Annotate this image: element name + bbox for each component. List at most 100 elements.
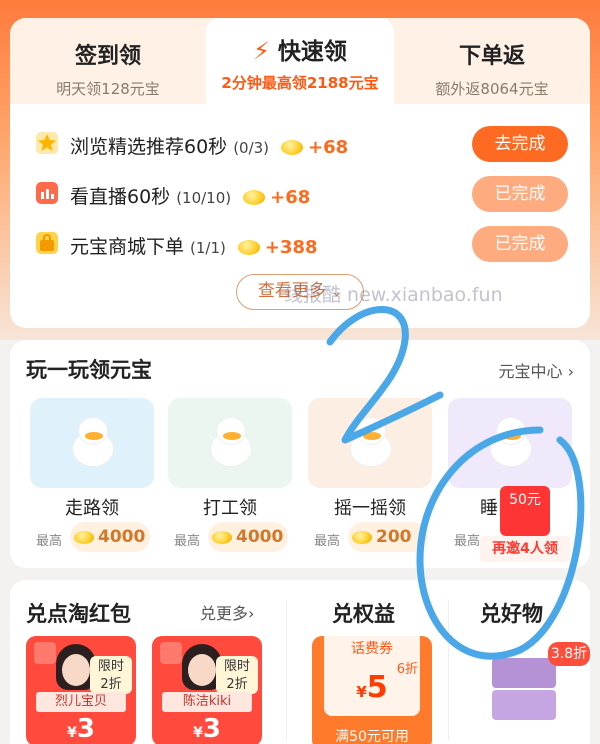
tissue-product[interactable]: 3.8折 <box>488 642 590 722</box>
tab-title-text: 快速领 <box>277 39 347 65</box>
redpack-value: ¥3 <box>152 714 262 744</box>
live-icon <box>34 642 56 664</box>
duck-mascot-icon <box>345 418 395 466</box>
discount-badge: 限时 2折 <box>216 656 258 694</box>
completed-button[interactable]: 已完成 <box>472 226 568 262</box>
voucher-face: 话费券 6折 ¥5 <box>324 636 420 716</box>
reward-value: 4000 <box>98 527 146 547</box>
tissue-box-icon <box>492 690 556 720</box>
section-title: 兑好物 <box>480 602 543 626</box>
game-image <box>448 398 572 488</box>
rights-exchange: 兑权益 话费券 6折 ¥5 满50元可用 <box>292 580 442 744</box>
red-envelope-icon: 50元 <box>500 486 550 536</box>
section-title: 兑点淘红包 <box>26 602 131 626</box>
currency: ¥ <box>67 725 77 741</box>
chevron-right-icon: › <box>248 604 255 623</box>
streamer-name: 陈洁kiki <box>162 692 252 712</box>
live-icon <box>160 642 182 664</box>
task-row: 看直播60秒 (10/10) +68 已完成 <box>10 176 590 216</box>
task-name-text: 元宝商城下单 <box>70 236 185 258</box>
voucher-note: 满50元可用 <box>335 729 409 744</box>
redpack-card[interactable]: 限时 2折 陈洁kiki ¥3 <box>152 636 262 744</box>
duck-mascot-icon <box>205 418 255 466</box>
max-label: 最高 <box>174 534 201 549</box>
max-label: 最高 <box>36 534 63 549</box>
link-label: 元宝中心 <box>498 362 563 381</box>
game-walk[interactable]: 走路领 最高 4000 <box>30 398 154 562</box>
voucher-title: 话费券 <box>351 641 393 657</box>
task-row: 元宝商城下单 (1/1) +388 已完成 <box>10 226 590 266</box>
section-title: 玩一玩领元宝 <box>26 358 152 382</box>
ingot-icon <box>243 190 266 205</box>
redpack-card[interactable]: 限时 2折 烈儿宝贝 ¥3 <box>26 636 136 744</box>
watermark: 线报酷 new.xianbao.fun <box>284 284 503 306</box>
live-tv-icon <box>36 182 58 204</box>
completed-button[interactable]: 已完成 <box>472 176 568 212</box>
currency: ¥ <box>356 683 367 701</box>
duck-mascot-icon <box>485 418 535 466</box>
game-image <box>30 398 154 488</box>
badge-line: 限时 <box>97 659 124 674</box>
exchange-more-link[interactable]: 兑更多› <box>200 600 254 624</box>
divider <box>286 600 287 740</box>
link-label: 兑更多 <box>200 604 249 623</box>
task-count: (1/1) <box>190 239 226 257</box>
task-name: 元宝商城下单 (1/1) +388 <box>70 232 318 259</box>
phone-voucher-card[interactable]: 话费券 6折 ¥5 满50元可用 <box>312 636 432 744</box>
tab-sign-in[interactable]: 签到领 明天领128元宝 <box>10 18 206 104</box>
avatar-face <box>188 654 216 686</box>
currency: ¥ <box>193 725 203 741</box>
value: 3 <box>202 714 221 744</box>
game-shake[interactable]: 摇一摇领 最高 200 <box>308 398 432 562</box>
task-row: 浏览精选推荐60秒 (0/3) +68 去完成 <box>10 126 590 166</box>
section-title: 兑权益 <box>332 602 395 626</box>
redpack-value: ¥3 <box>26 714 136 744</box>
tab-subtitle: 额外返8064元宝 <box>435 80 549 98</box>
game-name: 打工领 <box>203 498 257 519</box>
badge-line: 限时 <box>223 659 250 674</box>
shopping-bag-icon <box>36 232 58 254</box>
reward-value: 200 <box>376 527 412 547</box>
task-reward: +68 <box>308 137 349 158</box>
invite-amount: 50元 <box>509 492 541 508</box>
task-reward: +388 <box>264 237 318 258</box>
max-label: 最高 <box>454 534 481 549</box>
game-image <box>168 398 292 488</box>
invite-reward[interactable]: 50元 再邀4人领 <box>480 486 570 572</box>
task-name: 浏览精选推荐60秒 (0/3) +68 <box>70 132 348 159</box>
ingot-icon <box>281 140 304 155</box>
task-name: 看直播60秒 (10/10) +68 <box>70 182 310 209</box>
max-label: 最高 <box>314 534 341 549</box>
game-name: 摇一摇领 <box>334 498 406 519</box>
tab-title: 签到领 <box>74 44 141 69</box>
invite-label: 再邀4人领 <box>480 536 570 562</box>
ingot-center-link[interactable]: 元宝中心 › <box>498 358 574 382</box>
ingot-icon <box>74 530 94 544</box>
ingot-icon <box>212 530 232 544</box>
divider <box>448 600 449 740</box>
goods-discount-badge: 3.8折 <box>548 642 590 666</box>
go-complete-button[interactable]: 去完成 <box>472 126 568 162</box>
game-reward: 200 <box>348 522 428 552</box>
tab-quick[interactable]: ⚡ 快速领 2分钟最高领2188元宝 <box>206 18 394 104</box>
tab-title: 下单返 <box>458 44 525 69</box>
duck-mascot-icon <box>67 418 117 466</box>
exchange-section: 兑点淘红包 兑更多› 限时 2折 烈儿宝贝 ¥3 限时 2折 陈洁kiki ¥3 兑… <box>10 580 590 744</box>
reward-value: 4000 <box>236 527 284 547</box>
tissue-box-icon <box>492 658 556 688</box>
discount-badge: 限时 2折 <box>90 656 132 694</box>
avatar-face <box>62 654 90 686</box>
game-work[interactable]: 打工领 最高 4000 <box>168 398 292 562</box>
task-count: (0/3) <box>233 139 270 157</box>
goods-exchange: 兑好物 3.8折 <box>454 580 590 744</box>
game-reward: 4000 <box>70 522 150 552</box>
task-reward: +68 <box>270 187 311 208</box>
ingot-icon <box>237 240 260 255</box>
chevron-right-icon: › <box>567 362 574 381</box>
game-reward: 4000 <box>208 522 288 552</box>
streamer-name: 烈儿宝贝 <box>36 692 126 712</box>
game-image <box>308 398 432 488</box>
tab-order-return[interactable]: 下单返 额外返8064元宝 <box>394 18 590 104</box>
game-name: 走路领 <box>65 498 119 519</box>
tab-subtitle: 2分钟最高领2188元宝 <box>221 74 379 92</box>
